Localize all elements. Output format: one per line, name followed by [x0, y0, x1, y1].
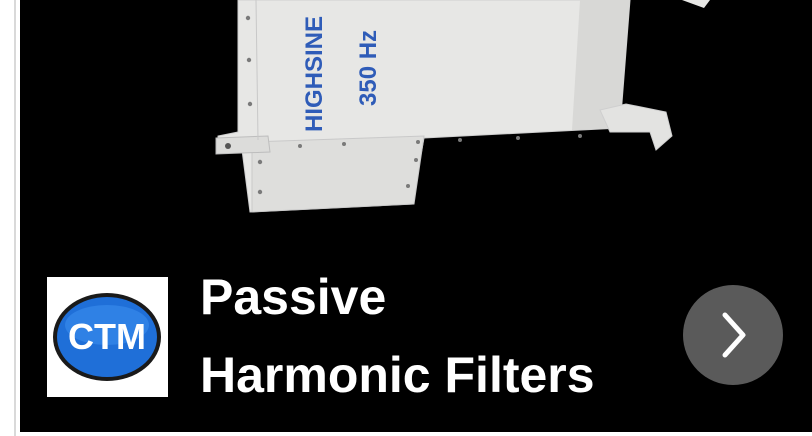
- company-logo: CTM: [47, 277, 168, 397]
- ctm-logo-icon: CTM: [53, 293, 161, 381]
- product-image: HIGHSINE 350 Hz: [215, 0, 710, 213]
- product-title-line2: Harmonic Filters: [200, 347, 595, 403]
- product-label-brand: HIGHSINE: [301, 16, 328, 132]
- product-label-frequency: 350 Hz: [355, 30, 382, 106]
- logo-text: CTM: [68, 316, 146, 357]
- product-card[interactable]: HIGHSINE 350 Hz CTM Passive Harmonic Fil…: [20, 0, 812, 432]
- product-title-line1: Passive: [200, 269, 387, 325]
- left-divider: [14, 0, 16, 436]
- product-title[interactable]: Passive Harmonic Filters: [200, 258, 660, 414]
- bottom-divider: [20, 432, 812, 436]
- next-button[interactable]: [683, 285, 783, 385]
- chevron-right-icon: [722, 312, 746, 358]
